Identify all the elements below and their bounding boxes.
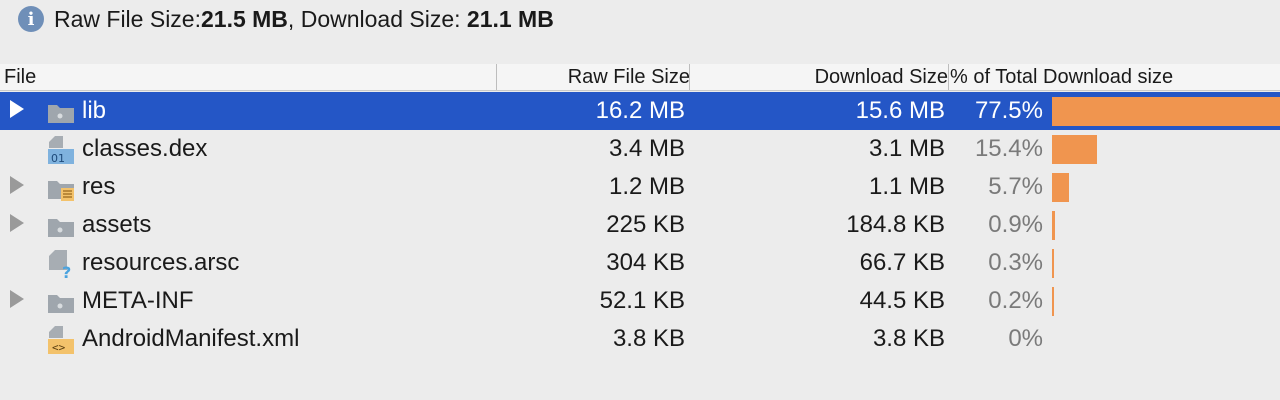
size-bar <box>1052 287 1054 316</box>
download-size-label: Download Size: <box>300 5 467 32</box>
percent-of-total: 5.7% <box>988 173 1043 200</box>
download-size: 44.5 KB <box>859 287 945 314</box>
column-header-raw-size[interactable]: Raw File Size <box>568 66 690 89</box>
download-size: 15.6 MB <box>855 97 945 124</box>
column-resize-handle[interactable] <box>496 64 497 90</box>
size-bar <box>1052 249 1054 278</box>
download-size-value: 21.1 MB <box>466 5 554 32</box>
table-row[interactable]: res 1.2 MB 1.1 MB 5.7% <box>0 168 1280 206</box>
file-name: lib <box>82 97 107 124</box>
raw-file-size: 304 KB <box>606 249 685 276</box>
xml-file-icon: <> <box>46 325 76 355</box>
raw-file-size: 52.1 KB <box>599 287 685 314</box>
file-name: AndroidManifest.xml <box>82 325 300 352</box>
percent-of-total: 15.4% <box>974 135 1043 162</box>
percent-of-total: 0.2% <box>988 287 1043 314</box>
table-row[interactable]: 01 classes.dex 3.4 MB 3.1 MB 15.4% <box>0 130 1280 168</box>
column-resize-handle[interactable] <box>948 64 949 90</box>
svg-text:01: 01 <box>51 152 65 165</box>
size-bar <box>1052 97 1280 126</box>
dex-file-icon: 01 <box>46 135 76 165</box>
expand-arrow-icon[interactable] <box>10 214 24 232</box>
size-bar <box>1052 211 1055 240</box>
table-header: File Raw File Size Download Size % of To… <box>0 64 1280 91</box>
file-name: assets <box>82 211 152 238</box>
expand-arrow-icon[interactable] <box>10 176 24 194</box>
download-size: 66.7 KB <box>859 249 945 276</box>
svg-text:?: ? <box>62 263 71 279</box>
folder-icon <box>46 97 76 127</box>
table-row[interactable]: META-INF 52.1 KB 44.5 KB 0.2% <box>0 282 1280 320</box>
raw-size-value: 21.5 MB <box>200 5 288 32</box>
raw-file-size: 225 KB <box>606 211 685 238</box>
unknown-file-icon: ? <box>46 249 76 282</box>
percent-of-total: 0% <box>1008 325 1043 352</box>
download-size: 3.8 KB <box>872 325 945 352</box>
table-row[interactable]: ? resources.arsc 304 KB 66.7 KB 0.3% <box>0 244 1280 282</box>
info-icon: i <box>18 6 44 32</box>
size-bar <box>1052 135 1097 164</box>
expand-arrow-icon[interactable] <box>10 100 24 118</box>
percent-of-total: 77.5% <box>974 97 1043 124</box>
download-size: 184.8 KB <box>846 211 945 238</box>
file-name: resources.arsc <box>82 249 240 276</box>
size-bar <box>1052 173 1069 202</box>
file-name: res <box>82 173 116 200</box>
folder-icon <box>46 211 76 241</box>
table-row[interactable]: <> AndroidManifest.xml 3.8 KB 3.8 KB 0% <box>0 320 1280 358</box>
expand-arrow-icon[interactable] <box>10 290 24 308</box>
raw-file-size: 3.4 MB <box>608 135 685 162</box>
file-name: META-INF <box>82 287 194 314</box>
percent-of-total: 0.3% <box>988 249 1043 276</box>
column-resize-handle[interactable] <box>689 64 690 90</box>
summary-separator: , <box>287 5 301 32</box>
raw-file-size: 16.2 MB <box>595 97 685 124</box>
table-row[interactable]: lib 16.2 MB 15.6 MB 77.5% <box>0 92 1280 130</box>
column-header-percent[interactable]: % of Total Download size <box>950 66 1173 89</box>
svg-text:<>: <> <box>52 341 66 354</box>
download-size: 3.1 MB <box>868 135 945 162</box>
file-name: classes.dex <box>82 135 208 162</box>
table-row[interactable]: assets 225 KB 184.8 KB 0.9% <box>0 206 1280 244</box>
column-header-file[interactable]: File <box>4 66 36 89</box>
resources-folder-icon <box>46 173 76 203</box>
folder-icon <box>46 287 76 317</box>
download-size: 1.1 MB <box>868 173 945 200</box>
percent-of-total: 0.9% <box>988 211 1043 238</box>
column-header-download-size[interactable]: Download Size <box>815 66 948 89</box>
raw-file-size: 3.8 KB <box>612 325 685 352</box>
raw-size-label: Raw File Size: <box>54 5 201 32</box>
summary-bar: i Raw File Size: 21.5 MB , Download Size… <box>0 0 1280 38</box>
raw-file-size: 1.2 MB <box>608 173 685 200</box>
